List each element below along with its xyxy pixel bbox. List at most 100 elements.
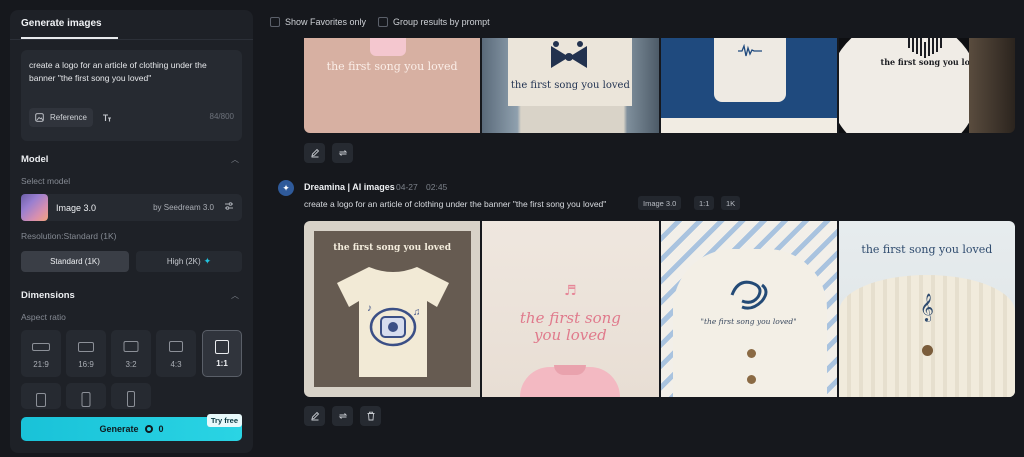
tab-generate-images[interactable]: Generate images: [21, 18, 102, 29]
image-tile[interactable]: the first song you loved: [838, 38, 1015, 133]
app-root: Generate images create a logo for an art…: [0, 0, 1024, 457]
image-caption: the first song you loved: [326, 60, 458, 73]
generate-button[interactable]: Generate 0 Try free: [21, 414, 242, 441]
image-caption-line2: you loved: [534, 326, 607, 344]
group-results-toggle[interactable]: Group results by prompt: [378, 17, 490, 27]
image-tile[interactable]: the first song you loved 𝄞: [838, 221, 1015, 397]
image-tile[interactable]: the first song you loved: [304, 38, 481, 133]
reference-button[interactable]: Reference: [29, 108, 93, 127]
swirl-logo-icon: [730, 280, 767, 310]
aspect-4-3[interactable]: 4:3: [156, 330, 196, 377]
svg-text:♪: ♪: [367, 303, 372, 314]
resolution-standard-button[interactable]: Standard (1K): [21, 251, 129, 272]
credit-coin-icon: [144, 425, 153, 433]
repeat-icon: [338, 150, 347, 156]
model-name: Image 3.0: [56, 203, 97, 213]
resolution-high-button[interactable]: High (2K) ✦: [136, 251, 242, 272]
aspect-shape-icon: [169, 341, 183, 352]
edit-button[interactable]: [304, 406, 325, 426]
aspect-3-2[interactable]: 3:2: [111, 330, 151, 377]
pencil-icon: [310, 148, 319, 158]
image-tile[interactable]: the first song you loved ♪ ♫: [304, 221, 481, 397]
regenerate-button[interactable]: [332, 143, 353, 163]
model-provider: by Seedream 3.0: [153, 203, 214, 212]
aspect-shape-icon: [78, 342, 94, 352]
tab-divider: [10, 39, 253, 40]
text-format-icon: [103, 113, 111, 121]
model-thumbnail: [21, 194, 48, 221]
image-row-current: the first song you loved ♪ ♫ ♬ the first…: [304, 221, 1015, 397]
aspect-3-4[interactable]: [21, 383, 61, 409]
select-model-label: Select model: [21, 176, 71, 186]
aspect-shape-icon: [36, 393, 46, 407]
delete-button[interactable]: [360, 406, 381, 426]
aspect-2-3[interactable]: [66, 383, 106, 409]
repeat-icon: [338, 413, 347, 419]
sparkle-icon: ✦: [203, 256, 212, 266]
aspect-21-9[interactable]: 21:9: [21, 330, 61, 377]
image-tile[interactable]: ♬ the first song you loved: [482, 221, 659, 397]
text-format-button[interactable]: [98, 108, 116, 127]
aspect-9-16[interactable]: [111, 383, 151, 409]
model-selector[interactable]: Image 3.0 by Seedream 3.0: [21, 194, 242, 221]
generation-prompt[interactable]: create a logo for an article of clothing…: [304, 199, 606, 209]
button: [746, 349, 756, 358]
group-results-label: Group results by prompt: [393, 17, 490, 27]
person-silhouette: [969, 38, 1015, 133]
generation-time: 02:45: [426, 182, 448, 192]
pink-garment: [370, 38, 406, 56]
image-caption: "the first song you loved": [700, 317, 797, 326]
waveform-icon: [737, 44, 762, 57]
trash-icon: [367, 411, 374, 421]
svg-text:♫: ♫: [413, 307, 421, 318]
chevron-up-icon[interactable]: ︿: [231, 290, 239, 301]
aspect-label: 3:2: [125, 360, 137, 369]
tshirt-graphic: ♪ ♫: [337, 267, 449, 377]
resolution-standard-label: Standard (1K): [50, 257, 100, 266]
prompt-box[interactable]: create a logo for an article of clothing…: [21, 50, 242, 141]
char-count: 84/800: [209, 112, 234, 121]
image-caption-line1: the first song: [519, 309, 621, 327]
aspect-shape-icon: [32, 343, 50, 351]
checkbox[interactable]: [270, 17, 280, 27]
image-tile[interactable]: the first song you loved: [482, 38, 659, 133]
image-caption: the first song you loved: [861, 243, 993, 256]
aspect-label: 16:9: [78, 360, 94, 369]
generate-panel: Generate images create a logo for an art…: [10, 10, 253, 453]
resolution-high-label: High (2K): [166, 257, 201, 266]
sliders-icon[interactable]: [224, 201, 234, 214]
resolution-chip: 1K: [721, 196, 741, 210]
aspect-ratio-label: Aspect ratio: [21, 312, 66, 322]
generation-date: 04-27: [396, 182, 418, 192]
treble-clef-icon: 𝄞: [919, 293, 934, 321]
chevron-up-icon[interactable]: ︿: [231, 154, 239, 165]
show-favorites-toggle[interactable]: Show Favorites only: [270, 17, 366, 27]
image-tile[interactable]: [660, 38, 837, 133]
show-favorites-label: Show Favorites only: [285, 17, 367, 27]
regenerate-button[interactable]: [332, 406, 353, 426]
checkbox[interactable]: [378, 17, 389, 27]
aspect-1-1[interactable]: 1:1: [202, 330, 242, 377]
bow-icon: [551, 41, 588, 68]
aspect-shape-icon: [127, 391, 135, 407]
resolution-label: Resolution:Standard (1K): [21, 231, 117, 241]
button: [921, 345, 933, 356]
generation-author: Dreamina | AI images: [304, 182, 395, 192]
generate-label: Generate: [99, 424, 139, 434]
edit-button[interactable]: [304, 143, 325, 163]
aspect-shape-icon: [123, 341, 139, 352]
aspect-shape-icon: [215, 340, 229, 354]
aspect-label: 21:9: [33, 360, 49, 369]
model-chip: Image 3.0: [638, 196, 682, 210]
aspect-16-9[interactable]: 16:9: [66, 330, 106, 377]
prompt-input[interactable]: create a logo for an article of clothing…: [29, 59, 234, 85]
try-free-badge: Try free: [206, 414, 242, 427]
generation-header: ✦ Dreamina | AI images 04-27 02:45 creat…: [278, 178, 1018, 218]
model-section-title: Model: [21, 154, 49, 165]
aspect-label: 4:3: [170, 360, 182, 369]
button: [746, 375, 756, 384]
aspect-label: 1:1: [216, 359, 228, 368]
image-tile[interactable]: "the first song you loved": [660, 221, 837, 397]
image-caption: the first song you loved: [510, 80, 630, 91]
aspect-chip: 1:1: [694, 196, 715, 210]
